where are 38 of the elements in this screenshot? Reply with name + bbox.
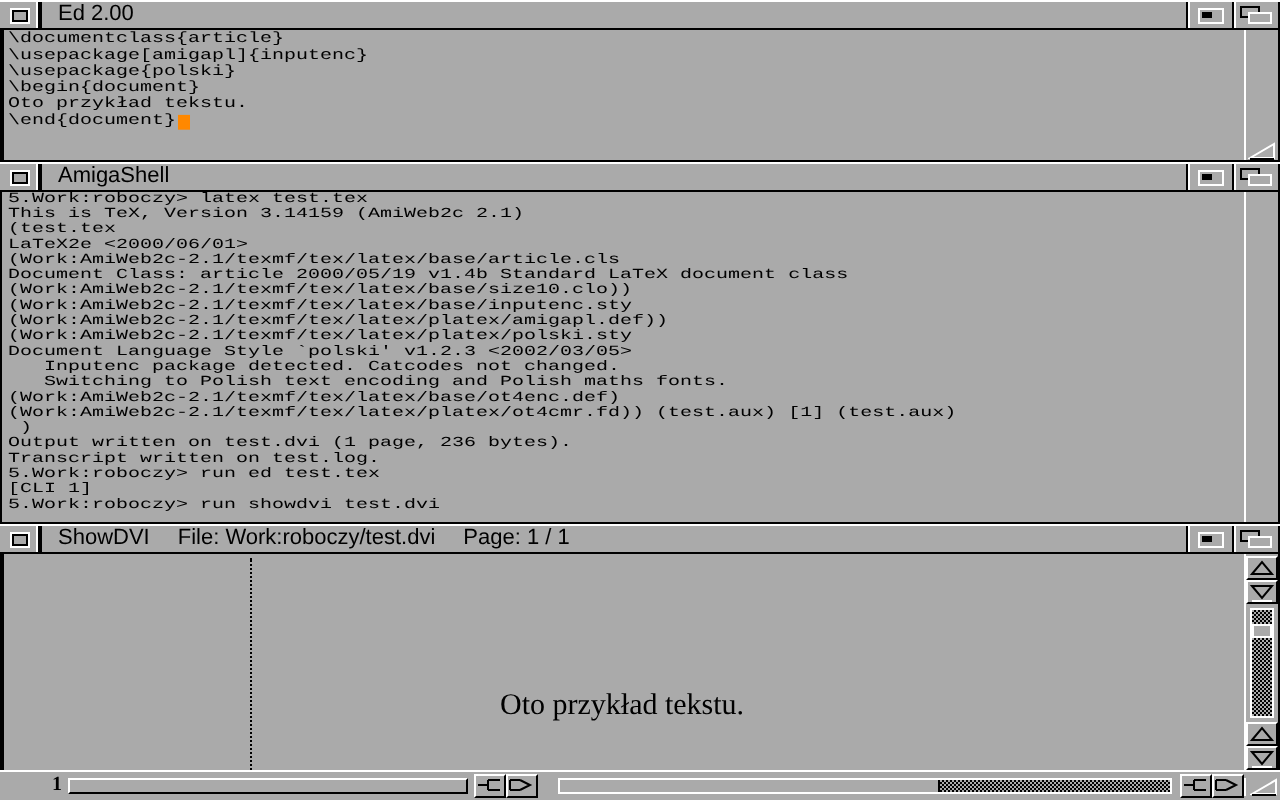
scroll-up-button[interactable]: [1246, 722, 1278, 746]
arrow-icon: [1182, 776, 1210, 796]
file-name: File: Work:roboczy/test.dvi: [177, 526, 436, 552]
arrow-icon: [1214, 776, 1242, 796]
overlap-icon: [1240, 530, 1272, 548]
page-count: Page: 1 / 1: [463, 526, 570, 552]
window-icon: [1197, 7, 1223, 23]
scroll-up-button[interactable]: [1246, 556, 1278, 580]
arrow-icon: [1248, 558, 1276, 578]
horizontal-scrollbar[interactable]: [558, 778, 1172, 794]
scroll-left-button[interactable]: [1180, 774, 1212, 798]
vertical-scrollbar[interactable]: [1250, 608, 1274, 718]
scroll-right-button[interactable]: [1212, 774, 1244, 798]
arrow-icon: [508, 776, 536, 796]
previous-page-button[interactable]: [474, 774, 506, 798]
zoom-button[interactable]: [1186, 2, 1234, 28]
overlap-icon: [1240, 168, 1272, 186]
zoom-button[interactable]: [1186, 526, 1234, 552]
depth-button[interactable]: [1234, 164, 1280, 190]
close-icon: [9, 7, 29, 23]
arrow-icon: [476, 776, 504, 796]
window-title: AmigaShell: [58, 164, 170, 190]
window-title: ShowDVI: [58, 526, 150, 552]
window-icon: [1197, 169, 1223, 185]
window-icon: [1197, 531, 1223, 547]
next-page-button[interactable]: [506, 774, 538, 798]
overlap-icon: [1240, 6, 1272, 24]
scroll-down-button[interactable]: [1246, 580, 1278, 604]
window-title: Ed 2.00: [58, 2, 134, 28]
zoom-button[interactable]: [1186, 164, 1234, 190]
scroll-down-button[interactable]: [1246, 746, 1278, 770]
depth-button[interactable]: [1234, 2, 1280, 28]
close-icon: [9, 531, 29, 547]
close-icon: [9, 169, 29, 185]
page-number: 1: [52, 776, 62, 796]
depth-button[interactable]: [1234, 526, 1280, 552]
page-text: Oto przykład tekstu.: [500, 690, 745, 722]
arrow-icon: [1248, 724, 1276, 744]
